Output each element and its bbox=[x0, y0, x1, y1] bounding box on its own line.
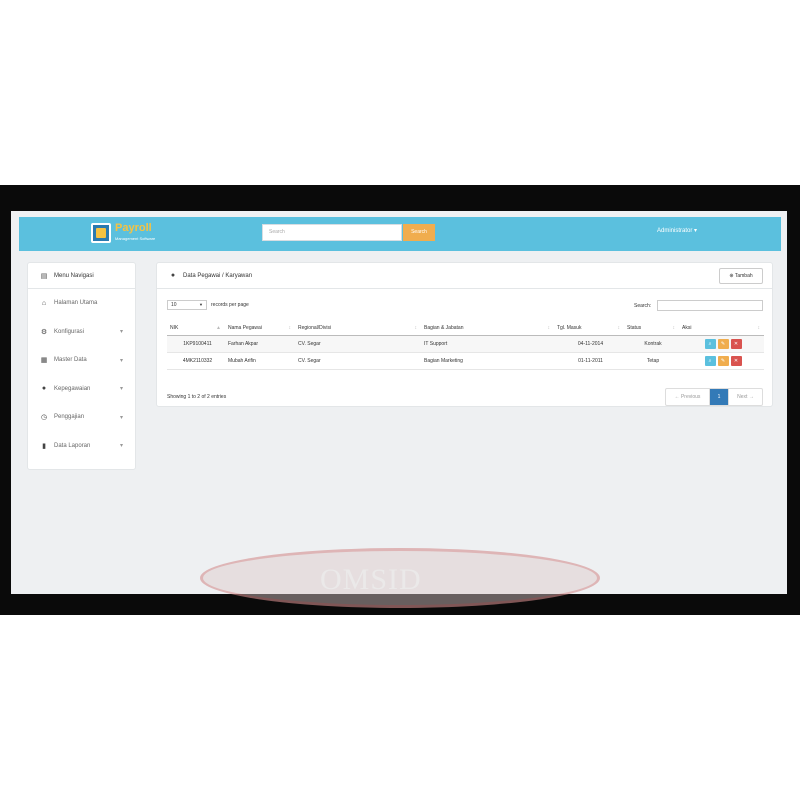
sidebar-item-label: Konfigurasi bbox=[54, 328, 85, 335]
page-1-button[interactable]: 1 bbox=[710, 389, 728, 405]
cell-status: Tetap bbox=[624, 352, 679, 370]
search-button[interactable]: Search bbox=[403, 224, 435, 241]
view-button[interactable]: ⌕ bbox=[704, 355, 716, 366]
column-header-tgl-masuk[interactable]: Tgl. Masuk ↕ bbox=[554, 321, 624, 336]
cell-bagian: Bagian Marketing bbox=[421, 352, 554, 370]
sort-icon: ▲ bbox=[216, 324, 221, 331]
chevron-down-icon: ▾ bbox=[119, 443, 123, 450]
top-navbar: Payroll Management Software Search Searc… bbox=[19, 217, 781, 251]
trash-icon: ✕ bbox=[733, 357, 739, 364]
cell-tgl-masuk: 04-11-2014 bbox=[554, 335, 624, 353]
sort-icon: ↕ bbox=[414, 324, 418, 331]
employee-table: NIK ▲ Nama Pegawai ↕ Regional/Divisi ↕ Bagi… bbox=[167, 321, 764, 370]
chevron-down-icon: ▾ bbox=[119, 386, 123, 393]
sidebar-item-master-data[interactable]: ▦ Master Data ▾ bbox=[28, 346, 135, 375]
user-menu[interactable]: Administrator ▾ bbox=[657, 227, 697, 234]
watermark-text: OMSID bbox=[320, 563, 422, 596]
user-icon: ● bbox=[41, 385, 47, 393]
sidebar-title: Menu Navigasi bbox=[54, 272, 94, 279]
pagination: ← Previous 1 Next → bbox=[665, 388, 763, 406]
cell-nama: Mubah Arifin bbox=[225, 352, 295, 370]
clock-icon: ◷ bbox=[40, 414, 48, 422]
sidebar-item-kepegawaian[interactable]: ● Kepegawaian ▾ bbox=[28, 375, 135, 404]
sidebar-item-label: Kepegawaian bbox=[54, 385, 91, 392]
sidebar-item-konfigurasi[interactable]: ⚙ Konfigurasi ▾ bbox=[28, 318, 135, 347]
logo-icon bbox=[91, 223, 111, 243]
table-search-label: Search: bbox=[634, 303, 652, 309]
search-input[interactable]: Search bbox=[262, 224, 402, 241]
table-search-input[interactable] bbox=[657, 300, 763, 311]
sidebar-item-label: Halaman Utama bbox=[54, 300, 98, 307]
table-row: 1KP9100411 Farhan Akpar CV. Segar IT Sup… bbox=[167, 335, 764, 353]
cell-nama: Farhan Akpar bbox=[225, 335, 295, 353]
column-header-status[interactable]: Status ↕ bbox=[624, 321, 679, 336]
list-icon: ▤ bbox=[40, 272, 48, 280]
home-icon: ⌂ bbox=[41, 299, 47, 307]
column-header-aksi: Aksi ↕ bbox=[679, 321, 764, 336]
table-header-row: NIK ▲ Nama Pegawai ↕ Regional/Divisi ↕ Bagi… bbox=[167, 321, 764, 336]
chevron-down-icon: ▾ bbox=[119, 414, 123, 421]
employee-data-panel: ● Data Pegawai / Karyawan ⊕ Tambah 10 ▼ r… bbox=[156, 262, 773, 407]
sort-icon: ↕ bbox=[617, 324, 621, 331]
cell-status: Kontrak bbox=[624, 335, 679, 353]
cell-nik: 1KP9100411 bbox=[167, 335, 225, 353]
previous-page-button[interactable]: ← Previous bbox=[666, 389, 710, 405]
column-header-bagian[interactable]: Bagian & Jabatan ↕ bbox=[421, 321, 554, 336]
search-icon: ⌕ bbox=[708, 340, 712, 347]
sidebar-item-label: Data Laporan bbox=[54, 442, 91, 449]
cell-nik: 4MK2110332 bbox=[167, 352, 225, 370]
column-header-nama[interactable]: Nama Pegawai ↕ bbox=[225, 321, 295, 336]
app-logo[interactable]: Payroll Management Software bbox=[91, 222, 161, 246]
column-header-regional[interactable]: Regional/Divisi ↕ bbox=[295, 321, 421, 336]
sidebar-item-penggajian[interactable]: ◷ Penggajian ▾ bbox=[28, 403, 135, 432]
edit-icon: ✎ bbox=[720, 340, 726, 347]
column-header-nik[interactable]: NIK ▲ bbox=[167, 321, 225, 336]
edit-button[interactable]: ✎ bbox=[717, 355, 729, 366]
delete-button[interactable]: ✕ bbox=[730, 338, 742, 349]
chevron-down-icon: ▼ bbox=[199, 302, 203, 307]
table-info: Showing 1 to 2 of 2 entries bbox=[167, 394, 227, 400]
chevron-down-icon: ▾ bbox=[119, 329, 123, 336]
trash-icon: ✕ bbox=[733, 340, 739, 347]
file-icon: ▮ bbox=[42, 442, 46, 450]
sort-icon: ↕ bbox=[672, 324, 676, 331]
page-title: ● Data Pegawai / Karyawan bbox=[170, 272, 253, 279]
building-icon: ▦ bbox=[40, 357, 48, 365]
logo-subtitle: Management Software bbox=[115, 236, 156, 241]
gear-icon: ⚙ bbox=[40, 328, 48, 336]
search-icon: ⌕ bbox=[708, 357, 712, 364]
sidebar: ▤ Menu Navigasi ⌂ Halaman Utama ⚙ Konfig… bbox=[27, 262, 136, 470]
sort-icon: ↕ bbox=[547, 324, 551, 331]
sort-icon: ↕ bbox=[288, 324, 292, 331]
cell-aksi: ⌕ ✎ ✕ bbox=[679, 352, 764, 370]
screenshot-stage: Payroll Management Software Search Searc… bbox=[0, 0, 800, 800]
sidebar-header: ▤ Menu Navigasi bbox=[28, 263, 135, 289]
cell-tgl-masuk: 01-11-2011 bbox=[554, 352, 624, 370]
panel-header: ● Data Pegawai / Karyawan ⊕ Tambah bbox=[157, 263, 772, 289]
table-row: 4MK2110332 Mubah Arifin CV. Segar Bagian… bbox=[167, 352, 764, 370]
app-window: Payroll Management Software Search Searc… bbox=[11, 211, 787, 594]
delete-button[interactable]: ✕ bbox=[730, 355, 742, 366]
chevron-down-icon: ▾ bbox=[119, 357, 123, 364]
records-per-page-label: records per page bbox=[211, 302, 249, 308]
cell-regional: CV. Segar bbox=[295, 352, 421, 370]
view-button[interactable]: ⌕ bbox=[704, 338, 716, 349]
next-page-button[interactable]: Next → bbox=[728, 389, 762, 405]
cell-bagian: IT Support bbox=[421, 335, 554, 353]
sidebar-item-label: Penggajian bbox=[54, 414, 85, 421]
add-employee-button[interactable]: ⊕ Tambah bbox=[719, 268, 763, 284]
edit-icon: ✎ bbox=[720, 357, 726, 364]
edit-button[interactable]: ✎ bbox=[717, 338, 729, 349]
cell-regional: CV. Segar bbox=[295, 335, 421, 353]
sidebar-item-data-laporan[interactable]: ▮ Data Laporan ▾ bbox=[28, 432, 135, 461]
sort-icon: ↕ bbox=[757, 324, 761, 331]
records-per-page-select[interactable]: 10 ▼ bbox=[167, 300, 207, 310]
sidebar-item-label: Master Data bbox=[54, 357, 87, 364]
logo-title: Payroll bbox=[115, 222, 152, 234]
cell-aksi: ⌕ ✎ ✕ bbox=[679, 335, 764, 353]
user-icon: ● bbox=[170, 272, 176, 279]
sidebar-item-halaman-utama[interactable]: ⌂ Halaman Utama bbox=[28, 289, 135, 318]
plus-circle-icon: ⊕ bbox=[729, 273, 734, 279]
